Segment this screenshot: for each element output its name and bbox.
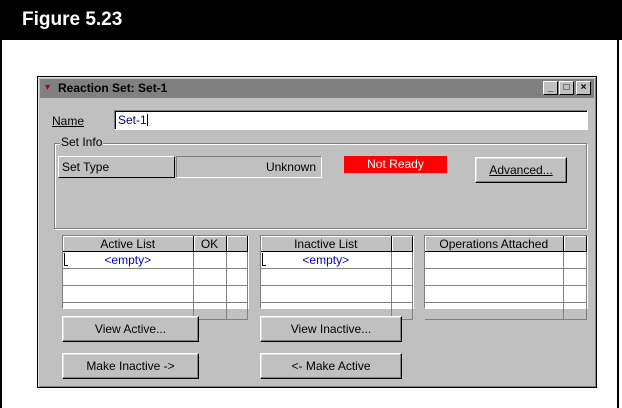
view-inactive-button[interactable]: View Inactive...: [260, 316, 402, 342]
operations-extra-cell: [563, 285, 587, 303]
advanced-button-label: Advanced...: [489, 163, 553, 177]
active-ok-cell[interactable]: [193, 251, 227, 269]
operations-extra-cell: [563, 268, 587, 286]
row-marker-icon: [64, 253, 68, 266]
active-list-row[interactable]: <empty>: [63, 251, 194, 269]
title-bar[interactable]: ▾ Reaction Set: Set-1 _ □ ×: [40, 79, 594, 98]
active-list-row[interactable]: [63, 268, 194, 286]
status-badge: Not Ready: [344, 156, 447, 173]
active-list-grid[interactable]: Active List OK <empty>: [62, 235, 249, 320]
name-label: Name: [52, 114, 85, 128]
active-extra-cell: [226, 285, 248, 303]
set-type-label: Set Type: [58, 156, 175, 178]
advanced-button[interactable]: Advanced...: [475, 157, 567, 183]
operations-row[interactable]: [425, 251, 564, 269]
active-extra-header: [226, 236, 248, 252]
figure-caption: Figure 5.23: [0, 0, 622, 40]
ok-header[interactable]: OK: [193, 236, 227, 252]
active-ok-cell[interactable]: [193, 268, 227, 286]
window-title: Reaction Set: Set-1: [58, 81, 168, 95]
make-inactive-button[interactable]: Make Inactive ->: [62, 353, 199, 379]
inactive-extra-cell: [391, 268, 413, 286]
text-caret: [146, 114, 148, 126]
set-type-value: Unknown: [176, 156, 322, 178]
set-info-legend: Set Info: [60, 135, 104, 149]
inactive-list-header[interactable]: Inactive List: [261, 236, 392, 252]
active-list-row[interactable]: [63, 285, 194, 303]
empty-label: <empty>: [302, 253, 350, 267]
operations-extra-cell: [563, 302, 587, 320]
view-active-button[interactable]: View Active...: [62, 316, 199, 342]
active-extra-cell: [226, 268, 248, 286]
reaction-set-dialog: ▾ Reaction Set: Set-1 _ □ × Name Set-1 S…: [37, 76, 597, 388]
inactive-extra-cell: [391, 285, 413, 303]
app-icon: ▾: [45, 82, 51, 93]
row-marker-icon: [262, 253, 266, 266]
operations-row[interactable]: [425, 302, 564, 320]
close-button[interactable]: ×: [576, 81, 591, 95]
empty-label: <empty>: [104, 253, 152, 267]
operations-extra-cell: [563, 251, 587, 269]
figure-label: Figure 5.23: [22, 9, 123, 30]
maximize-button[interactable]: □: [559, 81, 574, 95]
active-list-header[interactable]: Active List: [63, 236, 194, 252]
minimize-button[interactable]: _: [543, 81, 558, 95]
operations-row[interactable]: [425, 268, 564, 286]
make-active-button[interactable]: <- Make Active: [260, 353, 402, 379]
inactive-list-row[interactable]: [261, 268, 392, 286]
inactive-list-row[interactable]: [261, 285, 392, 303]
inactive-extra-header: [391, 236, 413, 252]
operations-row[interactable]: [425, 285, 564, 303]
active-ok-cell[interactable]: [193, 285, 227, 303]
operations-attached-header[interactable]: Operations Attached: [425, 236, 564, 252]
operations-attached-grid[interactable]: Operations Attached: [424, 235, 588, 320]
active-extra-cell: [226, 302, 248, 320]
inactive-list-row[interactable]: <empty>: [261, 251, 392, 269]
name-input[interactable]: Set-1: [114, 110, 588, 130]
inactive-list-grid[interactable]: Inactive List <empty>: [260, 235, 414, 320]
active-extra-cell: [226, 251, 248, 269]
name-value: Set-1: [118, 113, 147, 127]
inactive-extra-cell: [391, 251, 413, 269]
operations-extra-header: [563, 236, 587, 252]
